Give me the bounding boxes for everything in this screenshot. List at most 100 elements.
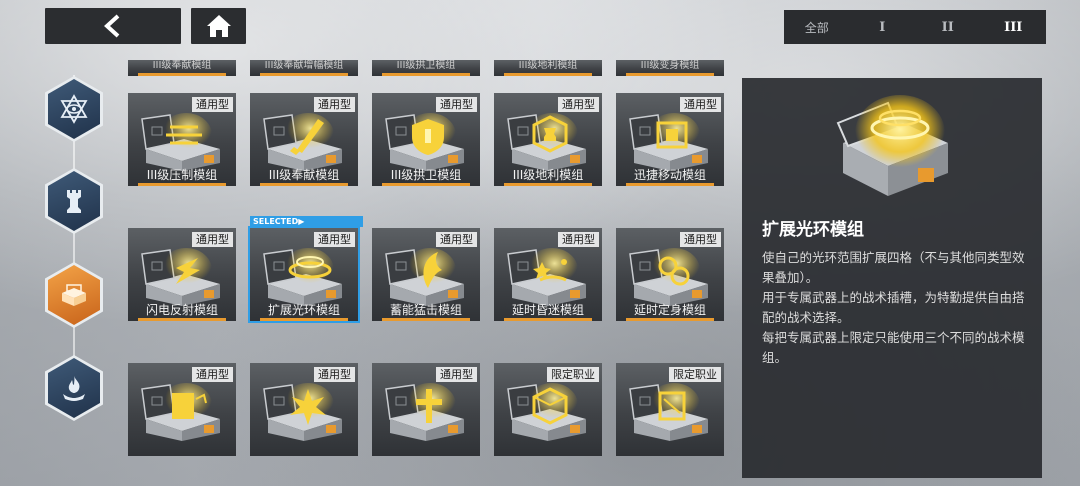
rarity-bar (504, 318, 592, 321)
module-box-image (380, 248, 472, 306)
rarity-bar (138, 183, 226, 186)
module-tile[interactable]: 通用型 III级拱卫模组 (372, 93, 480, 186)
chevron-left-icon (104, 14, 120, 38)
module-tile[interactable]: III级拱卫模组 (372, 60, 480, 76)
module-preview-image (836, 95, 948, 196)
module-grid: III级奉献模组 III级奉献增幅模组 III级拱卫模组 III级地利模组 III级变身… (128, 60, 728, 486)
module-type-tag: 通用型 (192, 232, 233, 247)
module-tile[interactable]: 限定职业 (494, 363, 602, 456)
module-box-image (502, 383, 594, 441)
module-detail-panel: 扩展光环模组 使自己的光环范围扩展四格（不与其他同类型效果叠加）。 用于专属武器… (742, 78, 1042, 478)
module-type-tag: 通用型 (436, 367, 477, 382)
selected-label: SELECTED▶ (250, 216, 363, 227)
module-name: III级拱卫模组 (396, 60, 456, 71)
module-type-tag: 限定职业 (547, 367, 599, 382)
module-tile[interactable]: 通用型延时定身模组 (616, 228, 724, 321)
description-line: 每把专属武器上限定只能使用三个不同的战术模组。 (762, 330, 1025, 365)
module-tile[interactable]: 通用型 (372, 363, 480, 456)
module-name: III级奉献模组 (152, 60, 212, 71)
module-title: 扩展光环模组 (762, 220, 864, 240)
module-name: III级地利模组 (512, 168, 584, 182)
module-name: III级奉献模组 (268, 168, 340, 182)
rarity-bar (382, 183, 470, 186)
module-description: 使自己的光环范围扩展四格（不与其他同类型效果叠加）。 用于专属武器上的战术插槽，… (762, 248, 1030, 368)
rarity-bar (260, 73, 348, 76)
module-tile[interactable]: 通用型延时昏迷模组 (494, 228, 602, 321)
rarity-bar (626, 73, 714, 76)
star-eye-icon (60, 94, 88, 124)
module-tile[interactable]: III级地利模组 (494, 60, 602, 76)
module-tile[interactable]: 通用型 III级压制模组 (128, 93, 236, 186)
tier-1-tab[interactable]: I (850, 10, 916, 44)
module-box-image (380, 113, 472, 171)
home-icon (206, 15, 231, 37)
rarity-bar (504, 183, 592, 186)
module-tile[interactable]: 通用型迅捷移动模组 (616, 93, 724, 186)
module-type-tag: 通用型 (314, 232, 355, 247)
flame-emblem-icon (63, 376, 85, 401)
module-box-icon (62, 284, 86, 306)
rook-icon (67, 190, 81, 213)
module-name: III级压制模组 (146, 168, 218, 182)
module-tile[interactable]: III级奉献增幅模组 (250, 60, 358, 76)
module-tile[interactable]: III级变身模组 (616, 60, 724, 76)
home-button[interactable] (191, 8, 246, 44)
module-box-image (136, 248, 228, 306)
module-box-image (136, 383, 228, 441)
module-tile[interactable]: 限定职业 (616, 363, 724, 456)
module-type-tag: 通用型 (680, 97, 721, 112)
module-box-image (624, 248, 716, 306)
module-box-image (258, 248, 350, 306)
module-name: III级奉献增幅模组 (264, 60, 344, 71)
module-name: 扩展光环模组 (267, 303, 340, 317)
rarity-bar (382, 318, 470, 321)
module-box-image (624, 113, 716, 171)
module-type-tag: 限定职业 (669, 367, 721, 382)
module-type-tag: 通用型 (192, 97, 233, 112)
rarity-bar (260, 318, 348, 321)
module-type-tag: 通用型 (558, 97, 599, 112)
rarity-bar (382, 73, 470, 76)
rarity-bar (626, 183, 714, 186)
module-box-image (136, 113, 228, 171)
rarity-bar (138, 73, 226, 76)
module-type-tag: 通用型 (192, 367, 233, 382)
module-box-image (502, 113, 594, 171)
module-box-image (624, 383, 716, 441)
module-type-tag: 通用型 (436, 232, 477, 247)
module-type-tag: 通用型 (558, 232, 599, 247)
module-type-tag: 通用型 (680, 232, 721, 247)
module-box-image (380, 383, 472, 441)
rarity-bar (504, 73, 592, 76)
module-name: 延时昏迷模组 (511, 303, 584, 317)
module-box-image (258, 383, 350, 441)
tier-3-tab[interactable]: III (981, 10, 1047, 44)
module-tile[interactable]: 通用型 (128, 363, 236, 456)
module-name: III级拱卫模组 (390, 168, 462, 182)
module-type-tag: 通用型 (436, 97, 477, 112)
module-tile[interactable]: 通用型蓄能猛击模组 (372, 228, 480, 321)
module-tile[interactable]: 通用型 (250, 363, 358, 456)
back-button[interactable] (45, 8, 181, 44)
description-line: 使自己的光环范围扩展四格（不与其他同类型效果叠加）。 (762, 250, 1025, 285)
module-name: 闪电反射模组 (145, 303, 218, 317)
module-box-image (258, 113, 350, 171)
description-line: 用于专属武器上的战术插槽，为特勤提供自由搭配的战术选择。 (762, 290, 1025, 325)
tier-2-tab[interactable]: II (915, 10, 981, 44)
tier-all-tab[interactable]: 全部 (784, 10, 850, 44)
module-tile[interactable]: 通用型 III级奉献模组 (250, 93, 358, 186)
module-name: III级地利模组 (518, 60, 578, 71)
module-name: 蓄能猛击模组 (389, 303, 462, 317)
module-name: III级变身模组 (640, 60, 700, 71)
module-tile[interactable]: 通用型闪电反射模组 (128, 228, 236, 321)
module-tile[interactable]: III级奉献模组 (128, 60, 236, 76)
module-name: 迅捷移动模组 (633, 168, 706, 182)
module-name: 延时定身模组 (633, 303, 706, 317)
rarity-bar (138, 318, 226, 321)
module-tile[interactable]: 通用型 III级地利模组 (494, 93, 602, 186)
tier-filter: 全部 I II III (784, 10, 1046, 44)
module-box-image (502, 248, 594, 306)
rarity-bar (626, 318, 714, 321)
module-type-tag: 通用型 (314, 367, 355, 382)
module-tile[interactable]: SELECTED▶ 通用型扩展光环模组 (248, 216, 363, 323)
